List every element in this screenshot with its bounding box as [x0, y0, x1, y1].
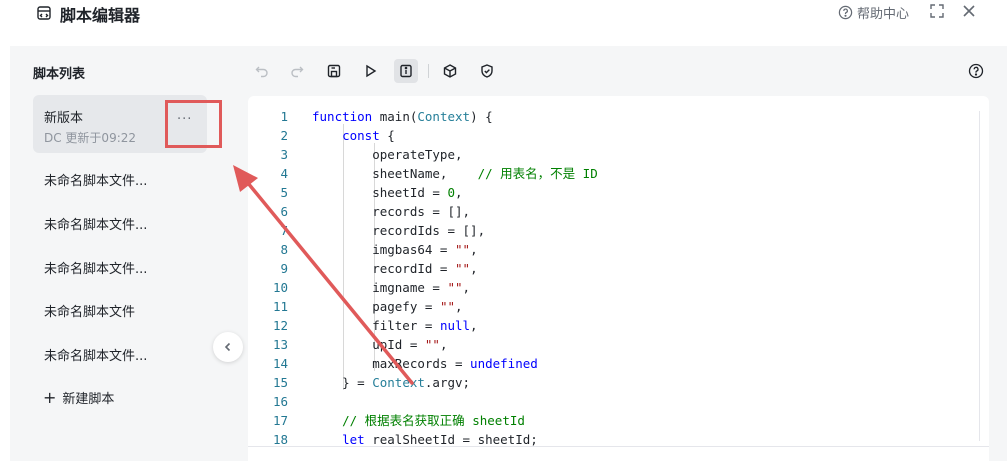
script-item-name: 未命名脚本文件... [44, 262, 148, 277]
code-line: 15 } = Context.argv; [272, 375, 471, 390]
script-item-name: 未命名脚本文件... [44, 218, 148, 233]
script-item-name: 新版本 [44, 111, 84, 126]
collapse-sidebar-button[interactable] [213, 332, 243, 362]
script-item-name: 未命名脚本文件... [44, 174, 148, 189]
run-icon [366, 64, 377, 78]
close-icon[interactable] [961, 3, 977, 19]
editor-toolbar [248, 46, 1007, 96]
annotation-highlight-box [165, 100, 222, 148]
redo-button[interactable] [285, 59, 309, 83]
editor-header: 脚本编辑器 帮助中心 [0, 0, 1007, 46]
package-icon [443, 64, 457, 78]
code-line: 5 sheetId = 0, [280, 185, 463, 200]
help-center-link[interactable]: 帮助中心 [838, 3, 909, 22]
undo-button[interactable] [250, 59, 274, 83]
code-line: 10 imgname = "", [272, 280, 471, 295]
code-line: 14 maxRecords = undefined [272, 356, 538, 371]
new-script-button[interactable]: + 新建脚本 [43, 388, 115, 408]
code-line: 16 [272, 394, 288, 409]
script-item-updated: DC 更新于09:22 [44, 131, 137, 145]
code-line: 9 recordId = "", [280, 261, 478, 276]
code-editor[interactable]: 1 function main(Context) { 2 const { 3 op… [248, 96, 989, 461]
page-title: 脚本编辑器 [60, 6, 141, 25]
redo-icon [291, 66, 304, 78]
info-icon [400, 64, 412, 78]
help-center-label: 帮助中心 [857, 7, 910, 22]
code-line: 3 operateType, [280, 147, 463, 162]
code-line: 8 imgbas64 = "", [280, 242, 478, 257]
code-line: 17 // 根据表名获取正确 sheetId [272, 413, 525, 428]
editor-bottom-divider [248, 446, 989, 447]
plus-icon: + [43, 388, 57, 407]
help-circle-icon [838, 5, 853, 20]
code-line: 11 pagefy = "", [272, 299, 463, 314]
script-item-name: 未命名脚本文件 [44, 305, 136, 320]
code-line: 7 recordIds = [], [280, 223, 486, 238]
script-editor-icon [37, 6, 51, 20]
help-button[interactable] [964, 59, 988, 83]
fullscreen-icon[interactable] [929, 3, 945, 19]
save-icon [327, 64, 341, 78]
script-list-title: 脚本列表 [33, 67, 86, 82]
undo-icon [255, 66, 268, 78]
package-button[interactable] [438, 59, 462, 83]
code-line: 13 upId = "", [272, 337, 448, 352]
run-button[interactable] [358, 59, 382, 83]
code-line: 1 function main(Context) { [280, 109, 493, 124]
save-button[interactable] [322, 59, 346, 83]
help-icon [968, 63, 984, 79]
code-line: 12 filter = null, [272, 318, 478, 333]
shield-icon [481, 64, 493, 78]
code-line: 6 records = [], [280, 204, 471, 219]
code-line: 2 const { [280, 128, 395, 143]
script-item-name: 未命名脚本文件... [44, 349, 148, 364]
new-script-label: 新建脚本 [62, 392, 115, 407]
toolbar-divider [428, 64, 429, 78]
code-line: 4 sheetName, // 用表名，不是 ID [280, 166, 598, 181]
chevron-left-icon [224, 342, 231, 352]
info-panel-button[interactable] [394, 59, 418, 83]
security-button[interactable] [475, 59, 499, 83]
